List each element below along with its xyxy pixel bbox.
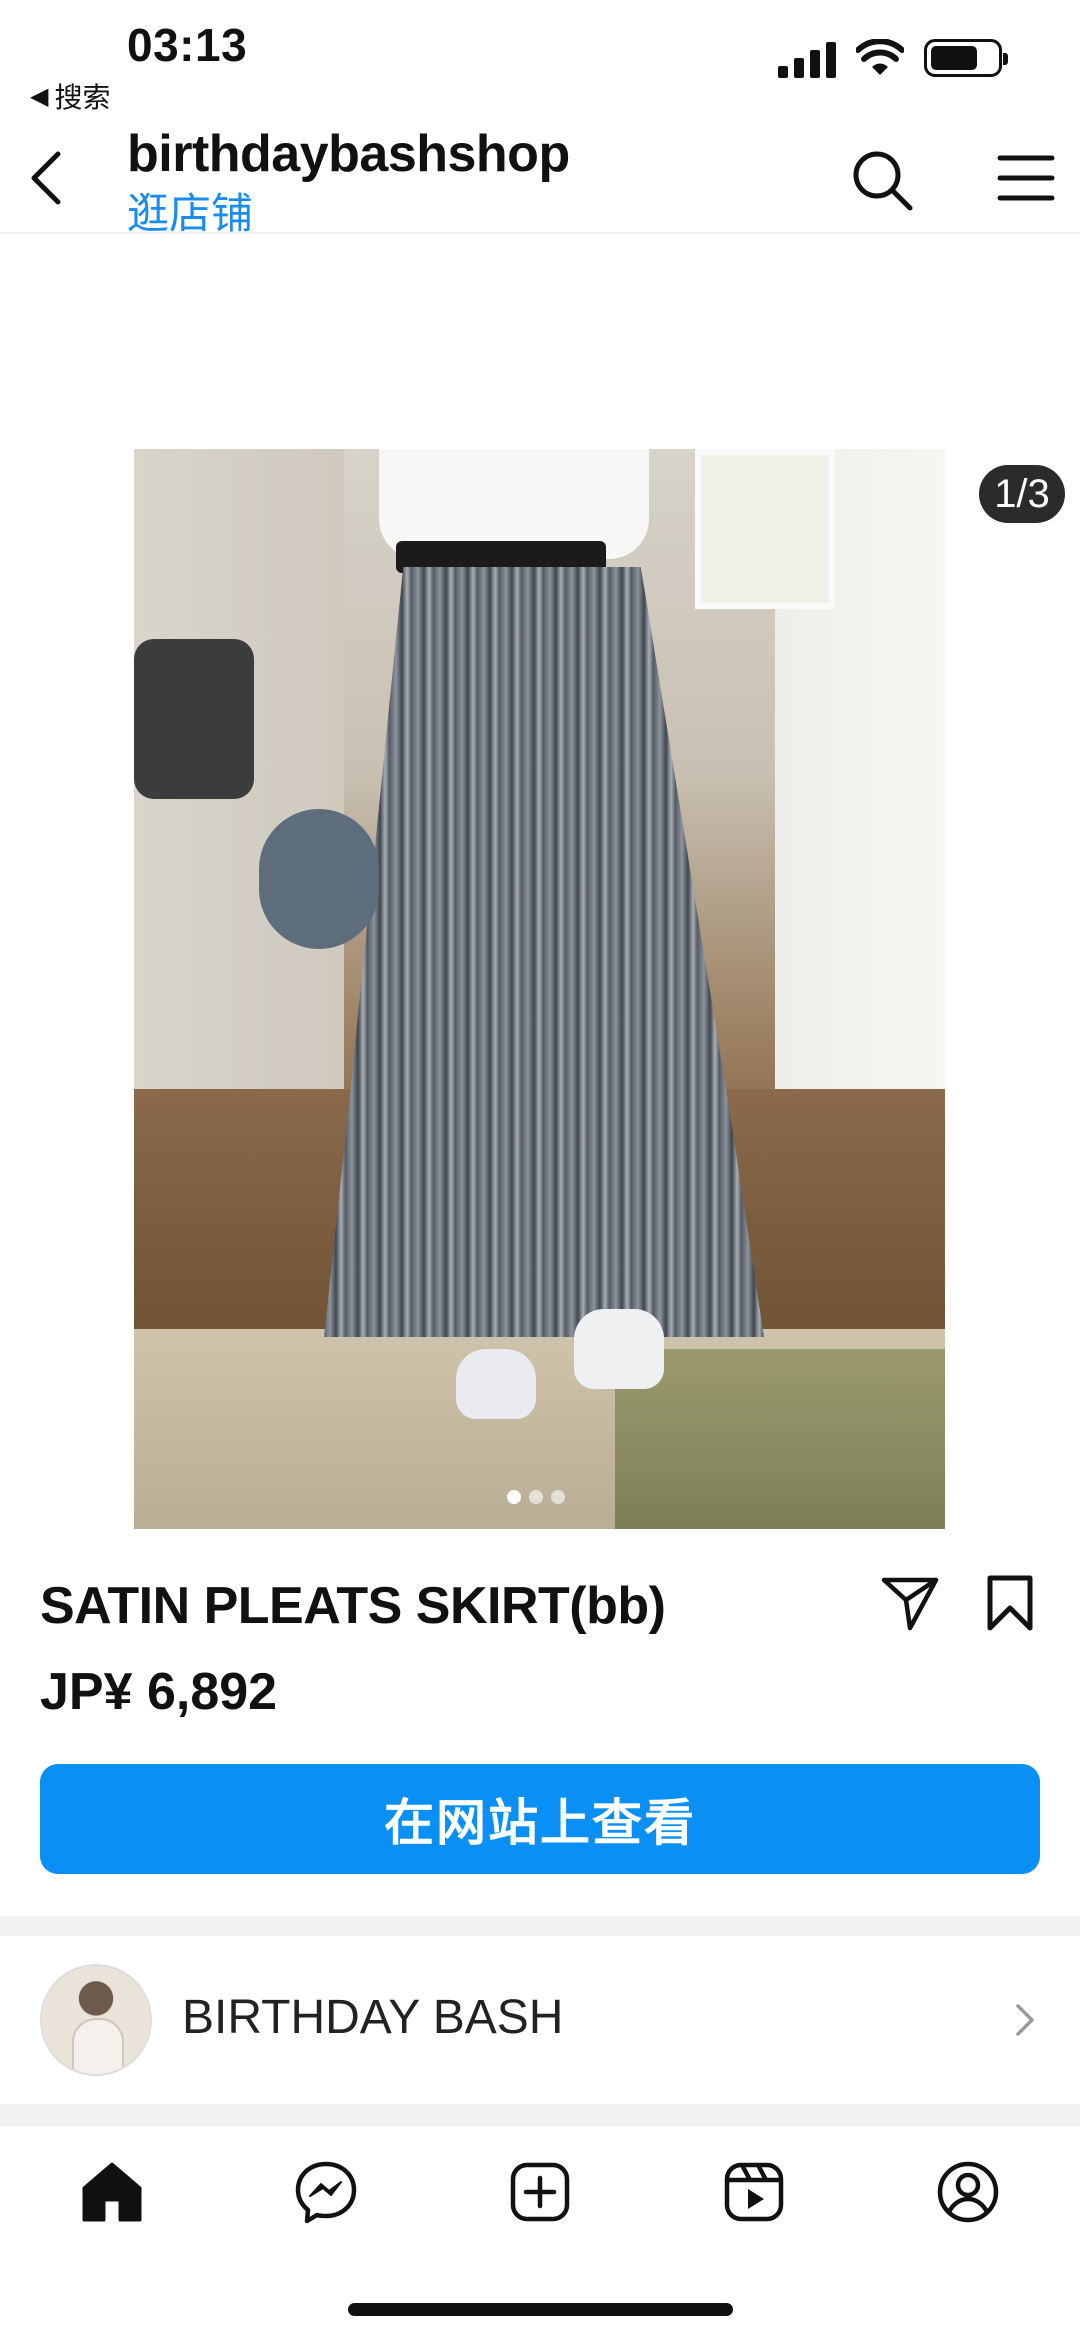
profile-icon[interactable] [934, 2158, 1002, 2226]
cellular-signal-icon [778, 38, 836, 78]
product-title: SATIN PLEATS SKIRT(bb) [40, 1577, 666, 1635]
seller-row[interactable]: BIRTHDAY BASH [0, 1940, 1080, 2100]
divider [0, 1916, 1080, 1936]
view-on-website-button[interactable]: 在网站上查看 [40, 1764, 1040, 1874]
search-icon[interactable] [850, 148, 914, 212]
carousel-dot [551, 1490, 565, 1504]
battery-icon [924, 39, 1008, 77]
visit-shop-link[interactable]: 逛店铺 [127, 180, 253, 241]
shop-header: birthdaybashshop 逛店铺 [0, 118, 1080, 237]
divider [0, 2104, 1080, 2124]
create-post-icon[interactable] [506, 2158, 574, 2226]
menu-icon[interactable] [996, 150, 1056, 206]
share-icon[interactable] [880, 1572, 940, 1632]
product-image[interactable] [134, 449, 945, 1529]
home-icon[interactable] [78, 2158, 146, 2226]
carousel-dot [507, 1490, 521, 1504]
home-indicator[interactable] [348, 2303, 733, 2316]
return-label: 搜索 [54, 82, 111, 113]
bookmark-icon[interactable] [982, 1572, 1038, 1632]
back-triangle-icon: ◀ [30, 82, 49, 110]
shop-name[interactable]: birthdaybashshop [127, 124, 570, 184]
messenger-icon[interactable] [292, 2158, 360, 2226]
status-time: 03:13 [127, 19, 248, 71]
seller-name: BIRTHDAY BASH [182, 1991, 564, 2044]
avatar [40, 1964, 152, 2076]
carousel-dots [507, 1490, 565, 1504]
status-icons [778, 38, 1008, 78]
product-price: JP¥ 6,892 [40, 1663, 278, 1721]
bottom-nav [0, 2124, 1080, 2254]
return-to-search-link[interactable]: ◀ 搜索 [30, 76, 110, 116]
image-counter-badge: 1/3 [979, 465, 1065, 523]
reels-icon[interactable] [720, 2158, 788, 2226]
carousel-dot [529, 1490, 543, 1504]
back-chevron-icon[interactable] [24, 148, 74, 208]
chevron-right-icon [1016, 2004, 1034, 2036]
wifi-icon [856, 39, 904, 75]
